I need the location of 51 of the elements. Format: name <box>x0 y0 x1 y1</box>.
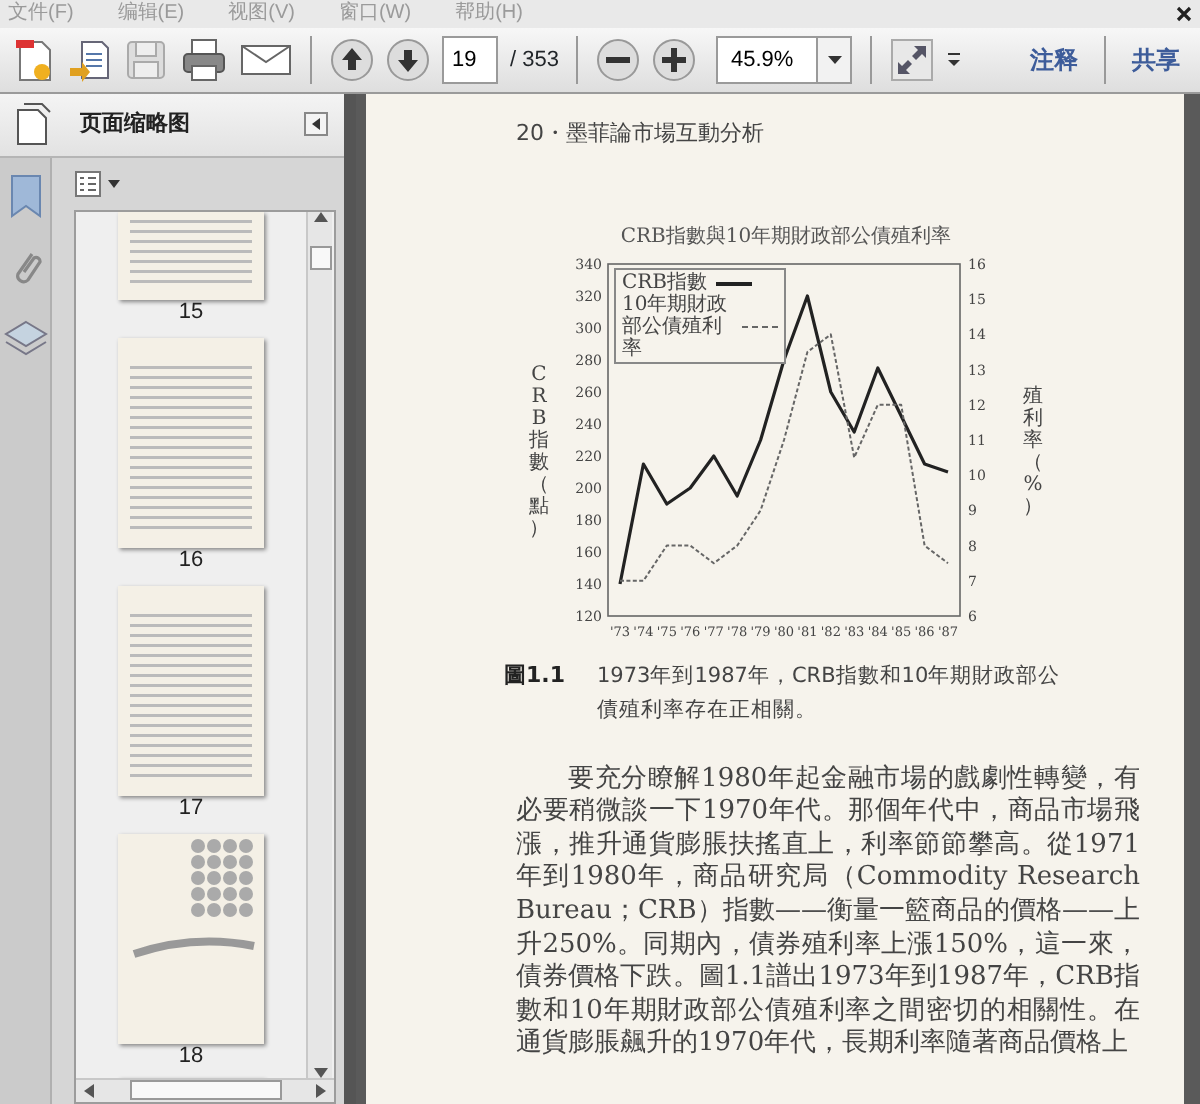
axis-label: CRB指數（點） <box>527 364 551 541</box>
figure-caption: 1973年到1987年，CRB指數和10年期財政部公債殖利率存在正相關。 <box>597 662 1063 726</box>
page-label: 15 <box>178 300 204 327</box>
overflow-menu-icon[interactable] <box>946 51 963 68</box>
scroll-up-icon[interactable] <box>313 212 327 223</box>
import-document-icon[interactable] <box>68 35 112 84</box>
page-number-field[interactable]: 19 <box>442 35 498 84</box>
scrollbar-thumb[interactable] <box>129 1080 281 1101</box>
scrollbar-thumb[interactable] <box>309 246 331 271</box>
expand-icon[interactable] <box>890 37 935 82</box>
save-icon <box>124 37 168 82</box>
collapse-button[interactable] <box>304 112 328 137</box>
layers-icon[interactable] <box>3 318 47 359</box>
page-total: / 353 <box>510 45 559 76</box>
chart-title: CRB指數與10年期財政部公債殖利率 <box>620 223 952 253</box>
share-button[interactable]: 共享 <box>1124 41 1188 78</box>
close-icon[interactable] <box>1176 6 1192 22</box>
email-icon[interactable] <box>240 41 292 78</box>
page-header: 20・墨菲論市場互動分析 <box>516 117 766 150</box>
page-thumbnail[interactable] <box>118 338 264 549</box>
page-label: 16 <box>178 548 204 575</box>
scroll-left-icon[interactable] <box>84 1083 94 1098</box>
page-label: 17 <box>178 796 204 823</box>
axis-label: 殖利率（%） <box>1021 386 1045 519</box>
legend-line <box>715 281 752 286</box>
menu-item[interactable]: 文件(F) <box>8 0 74 28</box>
zoom-in-icon[interactable] <box>652 37 697 82</box>
caret-icon[interactable] <box>827 55 842 64</box>
scroll-right-icon[interactable] <box>316 1083 326 1098</box>
zoom-dropdown-button[interactable] <box>816 35 853 84</box>
pages-icon[interactable] <box>12 102 52 147</box>
zoom-out-icon[interactable] <box>596 37 641 82</box>
panel-title: 页面缩略图 <box>80 109 190 141</box>
page-thumbnail[interactable] <box>118 586 264 797</box>
figure-number: 圖1.1 <box>504 660 565 693</box>
menu-item[interactable]: 帮助(H) <box>455 0 523 28</box>
triangle-icon[interactable] <box>312 118 320 131</box>
page-label: 18 <box>178 1044 204 1071</box>
legend-label: 10年期財政部公債殖利率 <box>622 294 730 361</box>
page-thumbnail[interactable] <box>118 834 264 1045</box>
body-paragraph: 要充分瞭解1980年起金融市場的戲劇性轉變，有必要稍微談一下1970年代。那個年代中，商品市場飛漲，推升通貨膨脹扶搖直上，利率節節攀高。從1971年到1980年，商品研究局（Commodity Research Bureau；CRB）指數——衡量一籃商品的價格——上升250%。同期內，債券殖利率上漲150%，這一來，債券價格下跌。圖1.1譜出1973年到1987年，CRB指數和10年期財政部公債殖利率之間密切的相關性。在通貨膨脹飆升的1970年代，長期利率隨著商品價格上 <box>516 763 1140 1063</box>
menu-item[interactable]: 编辑(E) <box>117 0 185 28</box>
comment-button[interactable]: 注释 <box>1022 41 1086 78</box>
menu-item[interactable]: 视图(V) <box>228 0 295 28</box>
zoom-field[interactable]: 45.9% <box>716 35 817 84</box>
page-thumbnail[interactable] <box>118 212 264 301</box>
print-icon[interactable] <box>180 37 228 82</box>
create-document-icon[interactable] <box>12 35 56 84</box>
legend-label: CRB指數 <box>622 272 708 295</box>
legend-line <box>742 326 778 329</box>
menu-item[interactable]: 窗口(W) <box>338 0 412 28</box>
